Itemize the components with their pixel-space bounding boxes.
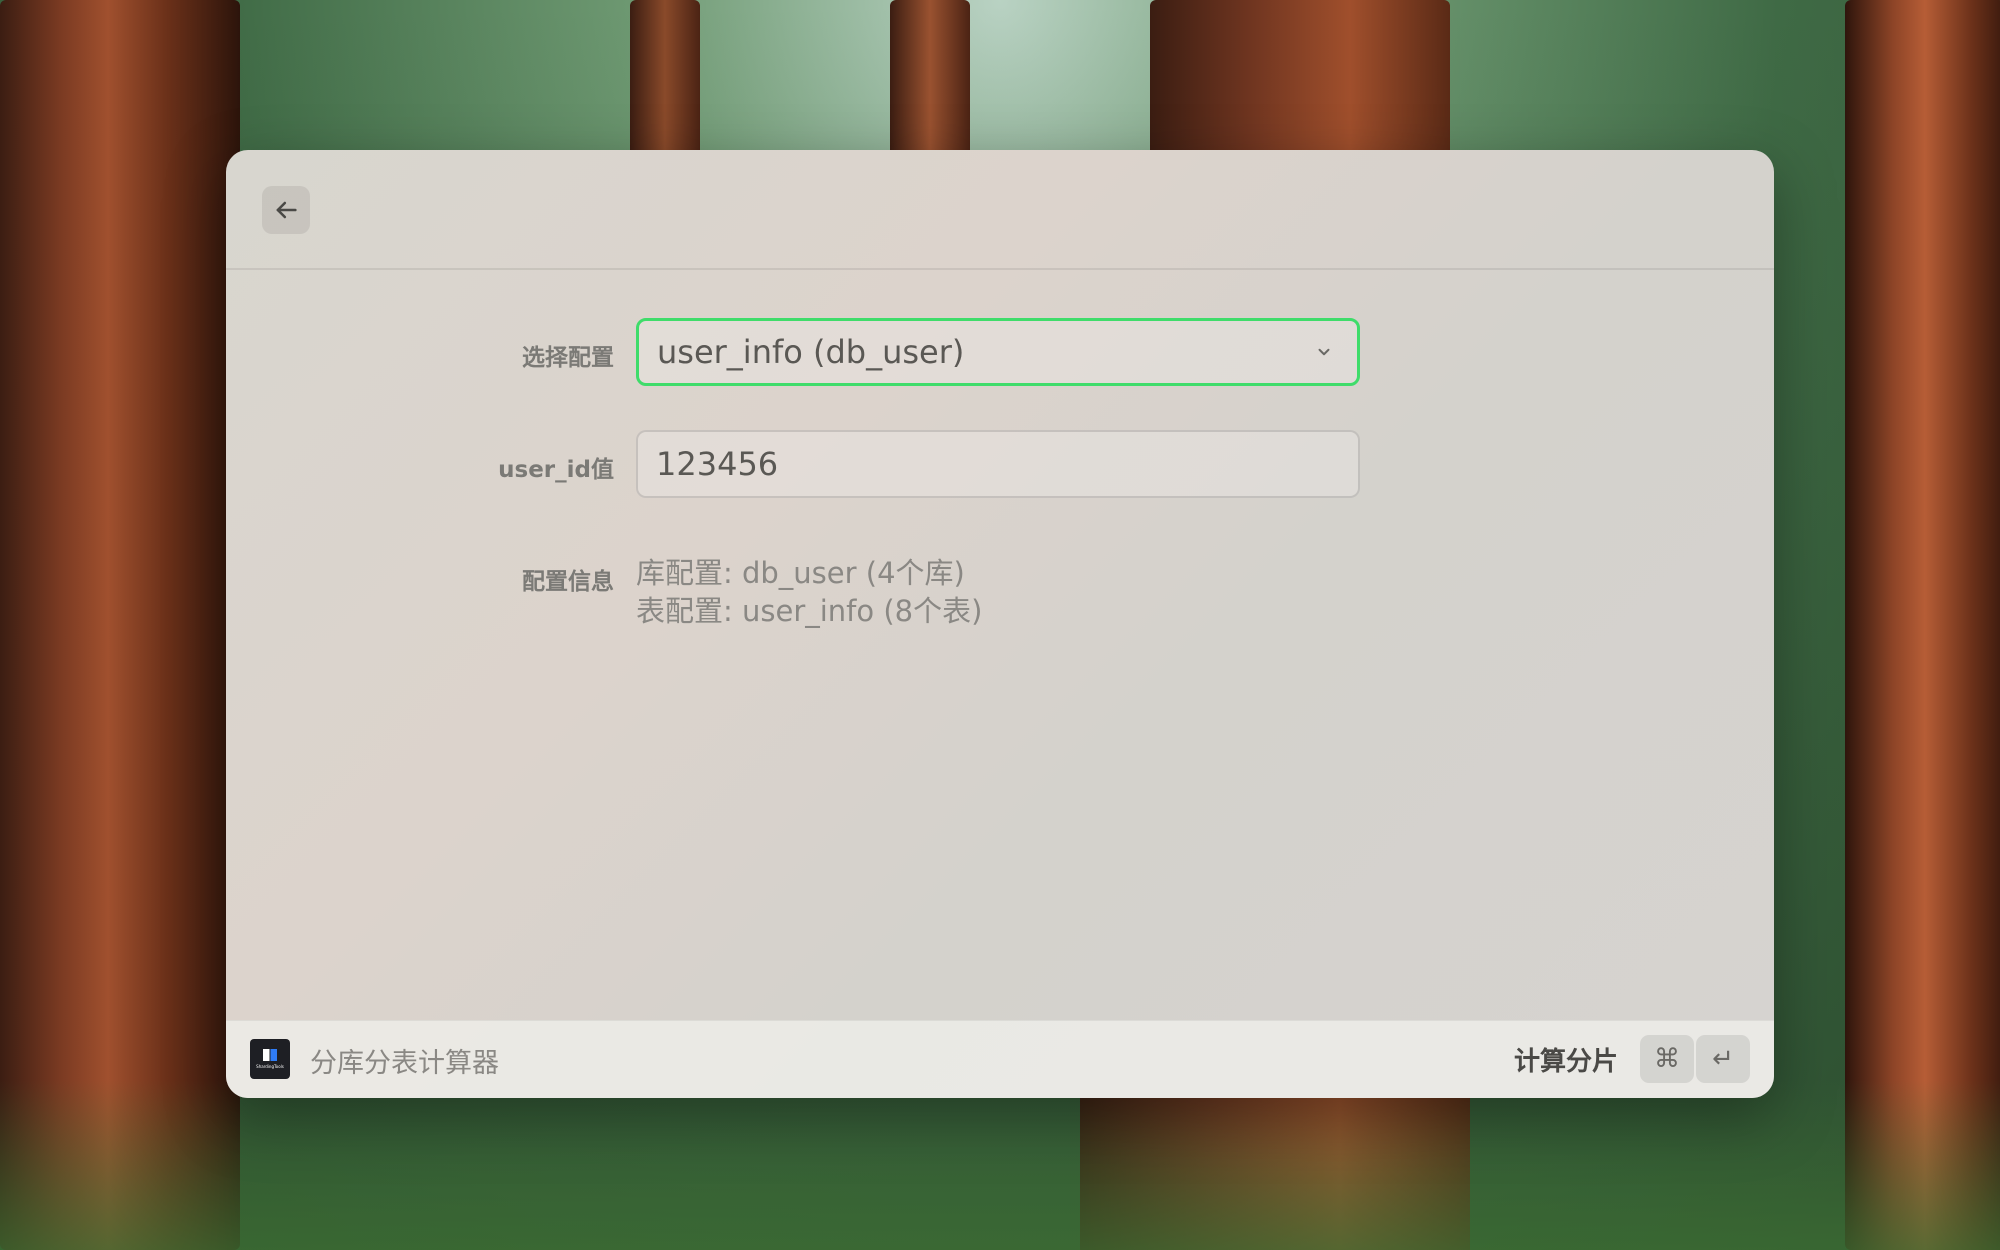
app-logo-icon: ShardingTools (250, 1039, 290, 1079)
config-info: 库配置: db_user (4个库) 表配置: user_info (8个表) (636, 554, 982, 630)
window-header (226, 150, 1774, 270)
arrow-left-icon (276, 201, 297, 219)
launcher-window: 选择配置 user_info (db_user) user_id值 配置信息 库… (226, 150, 1774, 1098)
calculate-shard-button[interactable]: 计算分片 (1514, 1041, 1618, 1078)
action-bar: ShardingTools 分库分表计算器 计算分片 ⌘ ↵ (226, 1020, 1774, 1098)
command-key-icon: ⌘ (1640, 1035, 1694, 1083)
config-select-value: user_info (db_user) (657, 333, 965, 371)
table-config-text: 表配置: user_info (8个表) (636, 594, 983, 628)
foliage (0, 1080, 2000, 1250)
tree-trunk (0, 0, 240, 1250)
tree-trunk (1845, 0, 2000, 1250)
db-config-text: 库配置: db_user (4个库) (636, 556, 965, 590)
chevron-down-icon (1318, 348, 1330, 356)
app-name: 分库分表计算器 (310, 1048, 499, 1079)
config-info-label: 配置信息 (522, 569, 614, 595)
config-select[interactable]: user_info (db_user) (636, 318, 1360, 386)
app-logo-glyph (263, 1049, 277, 1061)
userid-label: user_id值 (498, 457, 614, 483)
return-key-icon[interactable]: ↵ (1696, 1035, 1750, 1083)
back-button[interactable] (262, 186, 310, 234)
config-select-label: 选择配置 (522, 345, 614, 371)
app-logo-caption: ShardingTools (256, 1064, 284, 1069)
userid-input[interactable] (636, 430, 1360, 498)
